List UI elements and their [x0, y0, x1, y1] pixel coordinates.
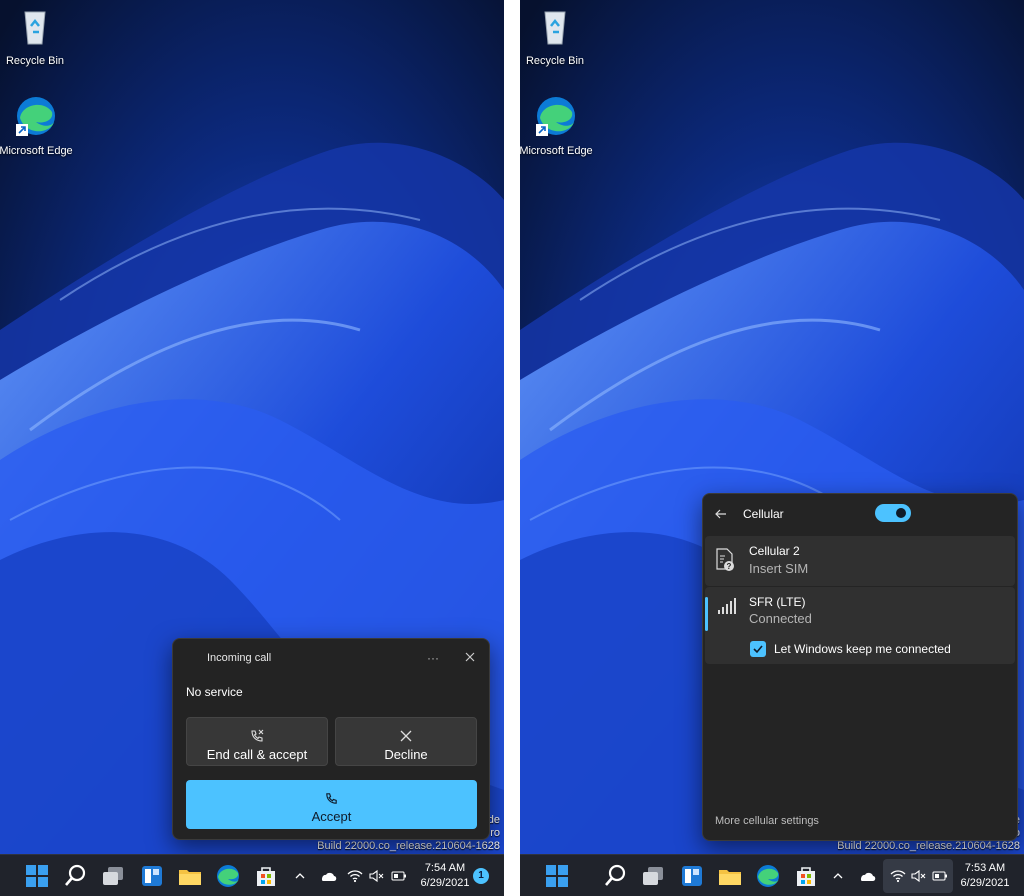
network-name: SFR (LTE) [749, 595, 806, 609]
more-options-button[interactable]: ··· [427, 651, 439, 665]
screen-divider [504, 0, 520, 896]
onedrive-tray[interactable] [857, 855, 877, 896]
recycle-bin-icon [544, 11, 566, 45]
volume-muted-icon [911, 869, 926, 883]
desktop-left: Recycle Bin Microsoft Edge de Pro Build … [0, 0, 504, 896]
wifi-icon [890, 870, 906, 883]
desktop-icon-label: Microsoft Edge [0, 145, 73, 157]
close-icon [465, 652, 475, 662]
edge-icon[interactable] [215, 863, 241, 889]
network-status: Insert SIM [749, 561, 809, 576]
edge-icon [16, 97, 55, 136]
network-item-sfr-lte[interactable]: SFR (LTE) Connected Let Windows keep me … [705, 587, 1015, 664]
show-hidden-icons-chevron[interactable] [292, 855, 308, 896]
battery-icon [932, 871, 947, 881]
battery-tray[interactable] [930, 855, 950, 896]
show-hidden-icons-chevron[interactable] [830, 855, 846, 896]
decline-button[interactable]: Decline [335, 717, 477, 766]
file-explorer-icon[interactable] [717, 863, 743, 889]
cellular-panel: Cellular ? Cellular 2 Insert SIM SFR (LT… [702, 493, 1018, 841]
build-text: Build 22000.co_release.210604-1628 [317, 840, 500, 852]
desktop-icon-recycle-bin[interactable]: Recycle Bin [520, 4, 593, 67]
cloud-icon [861, 872, 876, 881]
clock-date: 6/29/2021 [420, 877, 470, 889]
clock-time: 7:54 AM [424, 862, 466, 874]
checkmark-icon [753, 645, 763, 654]
taskbar-clock[interactable]: 7:54 AM 6/29/2021 [412, 861, 478, 891]
network-name: Cellular 2 [749, 544, 800, 558]
cellular-toggle[interactable] [875, 504, 911, 522]
desktop-icon-label: Microsoft Edge [520, 145, 593, 157]
phone-icon [326, 793, 337, 804]
end-call-accept-button[interactable]: End call & accept [186, 717, 328, 766]
back-arrow-icon [715, 509, 726, 519]
start-icon[interactable] [24, 863, 50, 889]
desktop-icon-microsoft-edge[interactable]: Microsoft Edge [0, 94, 74, 157]
battery-tray[interactable] [389, 855, 409, 896]
taskbar: 7:54 AM 6/29/2021 1 [0, 854, 504, 896]
cloud-icon [322, 872, 337, 881]
incoming-call-toast: Incoming call ··· No service End call & … [172, 638, 490, 840]
notification-badge[interactable]: 1 [473, 868, 489, 884]
build-text: Build 22000.co_release.210604-1628 [837, 840, 1020, 852]
clock-date: 6/29/2021 [960, 877, 1010, 889]
widgets-icon[interactable] [679, 863, 705, 889]
battery-icon [391, 871, 406, 881]
decline-icon [400, 730, 412, 742]
signal-bars-icon [718, 598, 736, 614]
network-item-cellular-2[interactable]: ? Cellular 2 Insert SIM [705, 536, 1015, 586]
widgets-icon[interactable] [139, 863, 165, 889]
close-button[interactable] [463, 650, 477, 664]
desktop-icon-microsoft-edge[interactable]: Microsoft Edge [520, 94, 594, 157]
edge-icon[interactable] [755, 863, 781, 889]
start-icon[interactable] [544, 863, 570, 889]
network-tray[interactable] [888, 855, 908, 896]
network-status: Connected [749, 611, 812, 626]
network-tray[interactable] [345, 855, 365, 896]
toast-title: Incoming call [207, 652, 272, 664]
clock-time: 7:53 AM [964, 862, 1006, 874]
taskbar: 7:53 AM 6/29/2021 [520, 854, 1024, 896]
store-icon[interactable] [253, 863, 279, 889]
task-view-icon[interactable] [640, 863, 666, 889]
accept-button[interactable]: Accept [186, 780, 477, 829]
svg-text:?: ? [727, 562, 732, 571]
keep-connected-checkbox[interactable] [750, 641, 766, 657]
panel-title: Cellular [743, 507, 784, 521]
toggle-knob [896, 508, 906, 518]
onedrive-tray[interactable] [318, 855, 338, 896]
search-icon[interactable] [602, 863, 628, 889]
wifi-icon [347, 870, 363, 883]
search-icon[interactable] [62, 863, 88, 889]
decline-label: Decline [384, 747, 428, 762]
recycle-bin-icon [24, 11, 46, 45]
sim-missing-icon: ? [716, 548, 734, 571]
desktop-icon-label: Recycle Bin [5, 55, 65, 67]
chevron-up-icon [833, 873, 843, 879]
taskbar-clock[interactable]: 7:53 AM 6/29/2021 [952, 861, 1018, 891]
volume-muted-icon [369, 869, 384, 883]
edge-icon [536, 97, 575, 136]
desktop-right: Recycle Bin Microsoft Edge de Pro Build … [520, 0, 1024, 896]
selected-indicator [705, 597, 708, 631]
accept-label: Accept [311, 809, 352, 824]
phone-end-icon [251, 729, 264, 742]
back-button[interactable] [713, 506, 733, 526]
task-view-icon[interactable] [100, 863, 126, 889]
store-icon[interactable] [793, 863, 819, 889]
desktop-icon-label: Recycle Bin [525, 55, 585, 67]
more-cellular-settings-link[interactable]: More cellular settings [715, 815, 819, 827]
keep-connected-label: Let Windows keep me connected [774, 642, 951, 656]
desktop-icon-recycle-bin[interactable]: Recycle Bin [0, 4, 73, 67]
chevron-up-icon [295, 873, 305, 879]
call-status: No service [186, 685, 243, 699]
volume-tray[interactable] [909, 855, 929, 896]
end-call-accept-label: End call & accept [206, 747, 308, 762]
volume-tray[interactable] [367, 855, 387, 896]
file-explorer-icon[interactable] [177, 863, 203, 889]
